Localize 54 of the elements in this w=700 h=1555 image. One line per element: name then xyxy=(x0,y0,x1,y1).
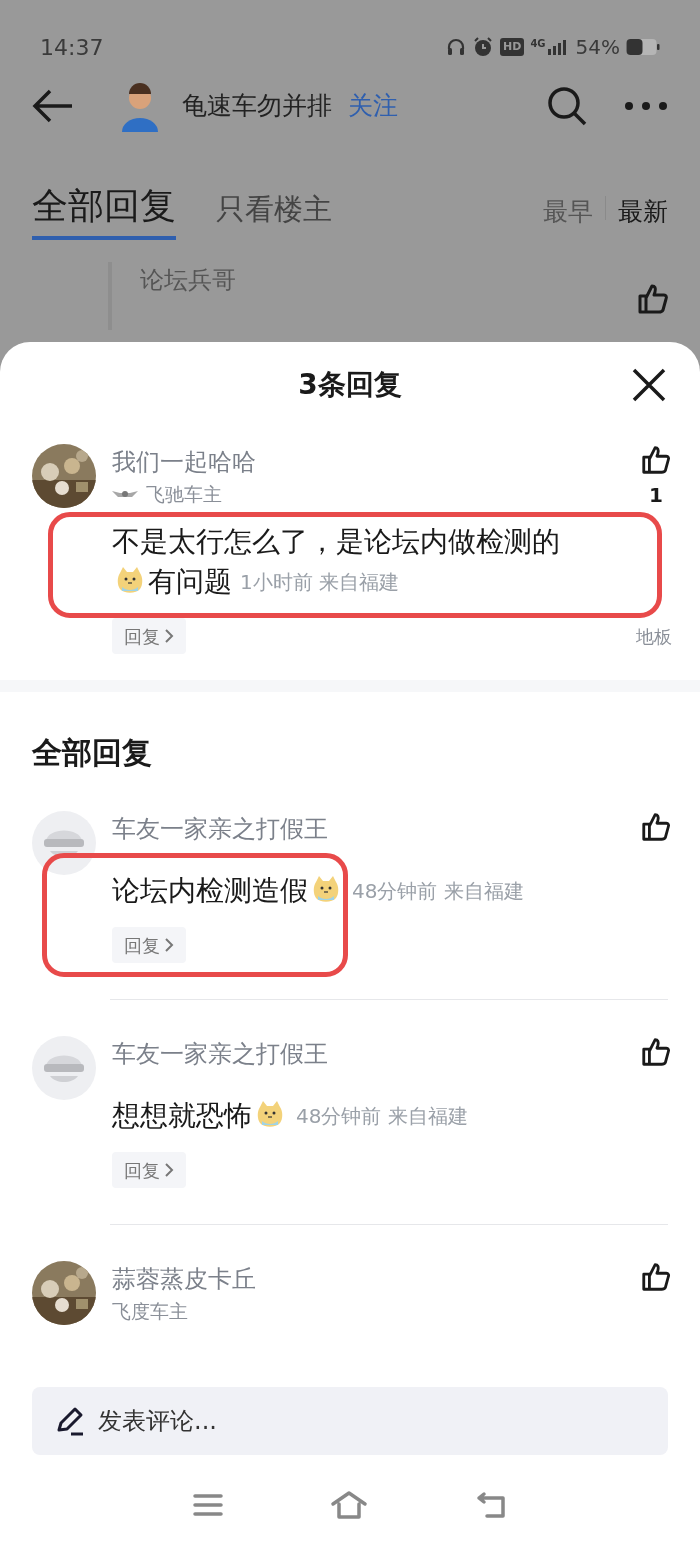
reply-button[interactable]: 回复 xyxy=(112,927,186,963)
avatar-icon xyxy=(32,811,96,875)
like-count: 1 xyxy=(649,482,663,509)
comment-author: 车友一家亲之打假王 xyxy=(112,1039,328,1070)
chevron-icon xyxy=(164,628,174,644)
battery-icon xyxy=(626,38,660,56)
battery-percent: 54% xyxy=(575,34,620,61)
menu-icon[interactable] xyxy=(193,1493,224,1517)
sheet-title: 3条回复 xyxy=(298,367,402,403)
comment-text: 想想就恐怖 xyxy=(112,1099,252,1132)
comment-text: 有问题 xyxy=(148,565,232,598)
avatar-icon xyxy=(32,1036,96,1100)
owner-label: 飞驰车主 xyxy=(146,482,222,507)
network-label: 4G xyxy=(530,39,546,49)
placeholder-text: 发表评论... xyxy=(98,1406,217,1437)
back-icon[interactable] xyxy=(474,1491,507,1519)
signal-icon xyxy=(547,39,566,55)
like-icon[interactable] xyxy=(640,811,672,843)
reply-button[interactable]: 回复 xyxy=(112,1152,186,1188)
comment-text: 不是太行怎么了，是论坛内做检测的 xyxy=(112,525,560,558)
sort-option[interactable]: 最早 xyxy=(543,199,593,240)
owner-label: 飞度车主 xyxy=(112,1299,188,1324)
hd-badge: HD xyxy=(500,38,525,56)
more-icon[interactable] xyxy=(624,101,668,111)
headphones-icon xyxy=(446,37,467,57)
section-title: 全部回复 xyxy=(31,734,153,772)
comment-text: 论坛内检测造假 xyxy=(112,874,308,907)
floor-label: 地板 xyxy=(636,625,672,649)
tab[interactable]: 只看楼主 xyxy=(216,195,332,240)
status-time: 14:37 xyxy=(40,33,104,62)
comment-input[interactable]: 发表评论... xyxy=(32,1387,668,1455)
close-icon[interactable] xyxy=(632,368,666,402)
chevron-icon xyxy=(164,1162,174,1178)
search-icon[interactable] xyxy=(546,85,588,127)
home-icon[interactable] xyxy=(330,1490,368,1520)
like-icon[interactable] xyxy=(640,1261,672,1293)
username: 龟速车勿并排 xyxy=(182,90,332,123)
comment-author: 车友一家亲之打假王 xyxy=(112,814,328,845)
follow-button[interactable]: 关注 xyxy=(348,87,398,125)
comment-meta: 48分钟前 来自福建 xyxy=(296,1104,468,1128)
sort-option[interactable]: 最新 xyxy=(618,199,668,240)
comment-meta: 1小时前 来自福建 xyxy=(240,570,400,594)
like-icon[interactable] xyxy=(636,282,670,316)
reply-button[interactable]: 回复 xyxy=(112,618,186,654)
like-icon[interactable] xyxy=(640,444,672,476)
reply-author: 论坛兵哥 xyxy=(140,265,237,296)
comment-author: 蒜蓉蒸皮卡丘 xyxy=(112,1264,256,1295)
pencil-icon xyxy=(56,1406,86,1436)
tab[interactable]: 全部回复 xyxy=(32,188,176,240)
chevron-icon xyxy=(164,937,174,953)
like-icon[interactable] xyxy=(640,1036,672,1068)
comment-meta: 48分钟前 来自福建 xyxy=(352,879,524,903)
comment-author: 我们一起哈哈 xyxy=(112,447,256,478)
back-icon[interactable] xyxy=(32,88,74,124)
